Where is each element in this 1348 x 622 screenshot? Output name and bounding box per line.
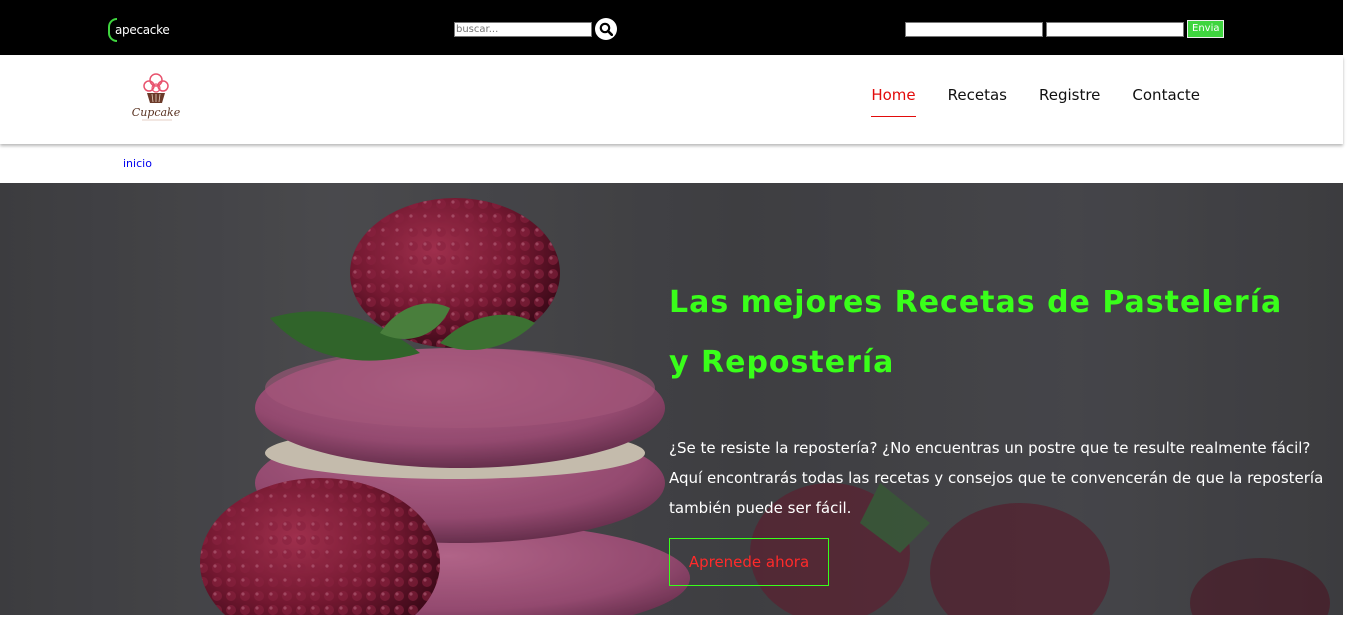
cupcake-logo-icon: Cupcake <box>132 73 181 121</box>
brand-link[interactable]: apecacke <box>108 17 170 43</box>
breadcrumb-inicio[interactable]: inicio <box>123 157 152 170</box>
login-submit-button[interactable]: Envia <box>1187 20 1225 38</box>
nav-item-recetas[interactable]: Recetas <box>948 86 1007 117</box>
search-button[interactable] <box>595 18 617 40</box>
password-field[interactable] <box>1046 21 1184 37</box>
username-field[interactable] <box>905 21 1043 37</box>
cupcake-logo[interactable]: Cupcake <box>128 68 184 128</box>
login-form: Envia <box>905 20 1225 38</box>
nav-item-home[interactable]: Home <box>871 86 916 117</box>
hero-section: Las mejores Recetas de Pastelería y Repo… <box>0 183 1343 615</box>
hero-title: Las mejores Recetas de Pastelería y Repo… <box>669 285 1283 380</box>
top-bar: apecacke Envia <box>0 0 1343 55</box>
nav-item-contacte[interactable]: Contacte <box>1132 86 1200 117</box>
brand-text: apecacke <box>115 23 170 37</box>
logo-text: Cupcake <box>132 106 181 119</box>
main-nav: Home Recetas Registre Contacte <box>839 86 1200 117</box>
learn-now-button[interactable]: Aprenede ahora <box>669 538 829 586</box>
search-form <box>454 18 617 40</box>
nav-item-registre[interactable]: Registre <box>1039 86 1100 117</box>
search-input[interactable] <box>454 21 592 37</box>
main-header: Cupcake Home Recetas Registre Contacte <box>0 56 1343 144</box>
hero-description: ¿Se te resiste la repostería? ¿No encuen… <box>669 439 1324 517</box>
search-icon <box>599 22 613 36</box>
